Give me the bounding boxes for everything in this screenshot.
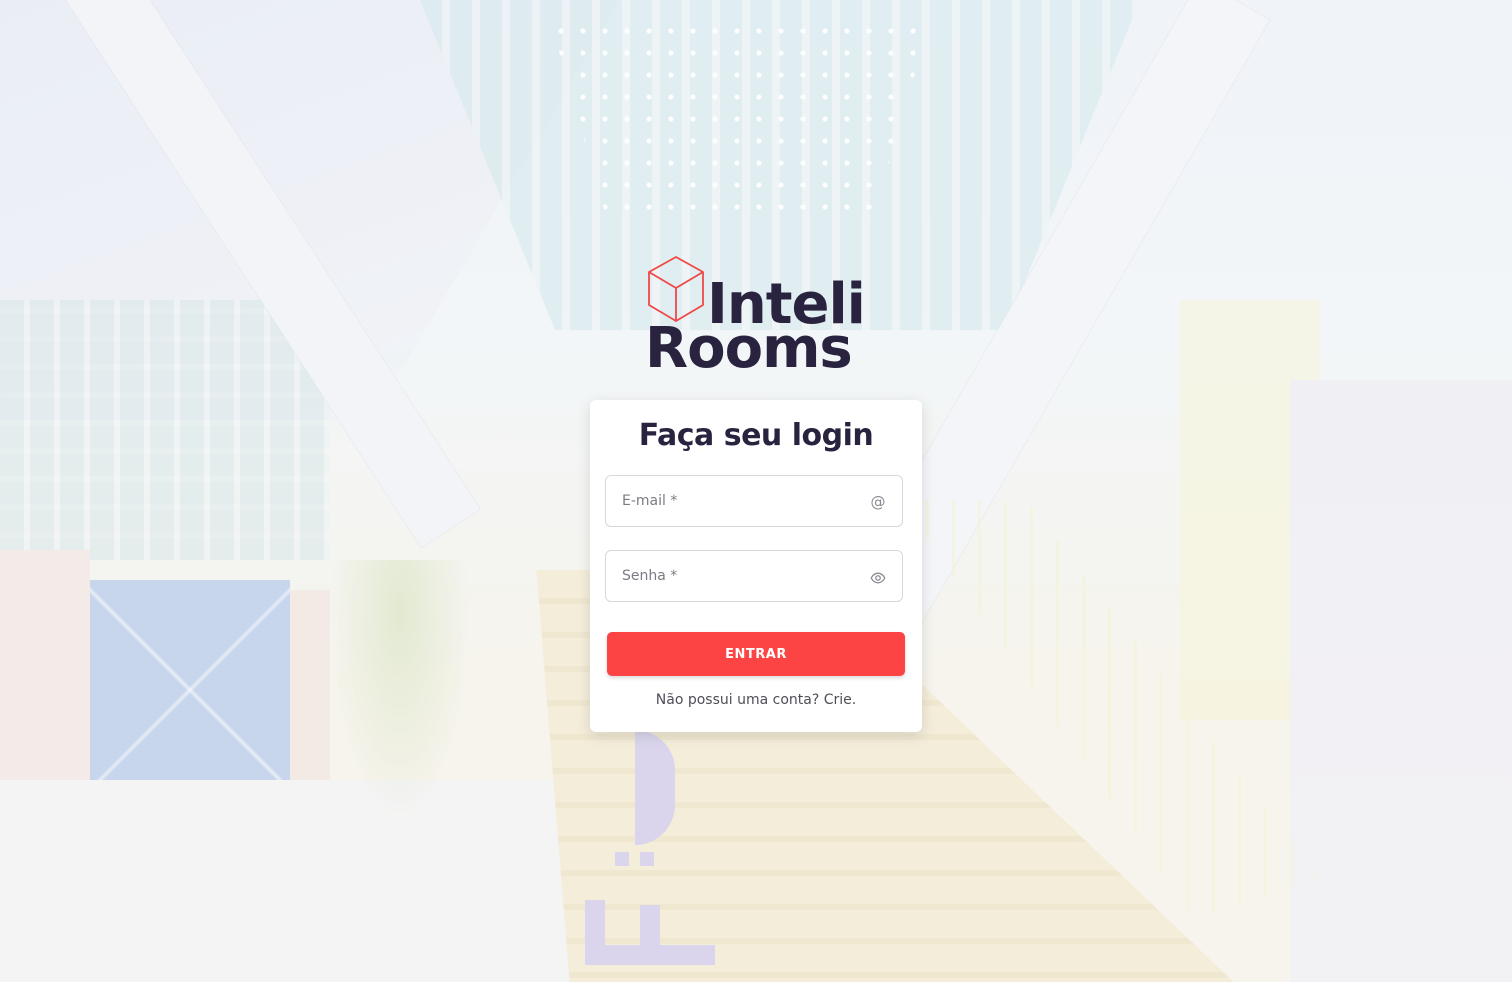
- at-sign-icon: @: [870, 493, 886, 511]
- password-input[interactable]: [606, 551, 902, 601]
- email-field[interactable]: @: [605, 475, 903, 527]
- login-title: Faça seu login: [638, 418, 874, 453]
- signup-link[interactable]: Crie.: [824, 692, 856, 708]
- signup-prompt-text: Não possui uma conta?: [655, 692, 820, 708]
- login-card: Faça seu login @ ENTRAR Não possui uma c…: [590, 400, 922, 732]
- enter-button[interactable]: ENTRAR: [607, 632, 905, 676]
- email-input[interactable]: [606, 476, 902, 526]
- signup-prompt: Não possui uma conta? Crie.: [590, 692, 922, 708]
- eye-icon[interactable]: [868, 567, 888, 587]
- password-field[interactable]: [605, 550, 903, 602]
- cube-icon: [648, 256, 704, 322]
- logo-text-rooms: Rooms: [645, 316, 853, 381]
- inteli-rooms-logo: Inteli Rooms: [645, 255, 875, 381]
